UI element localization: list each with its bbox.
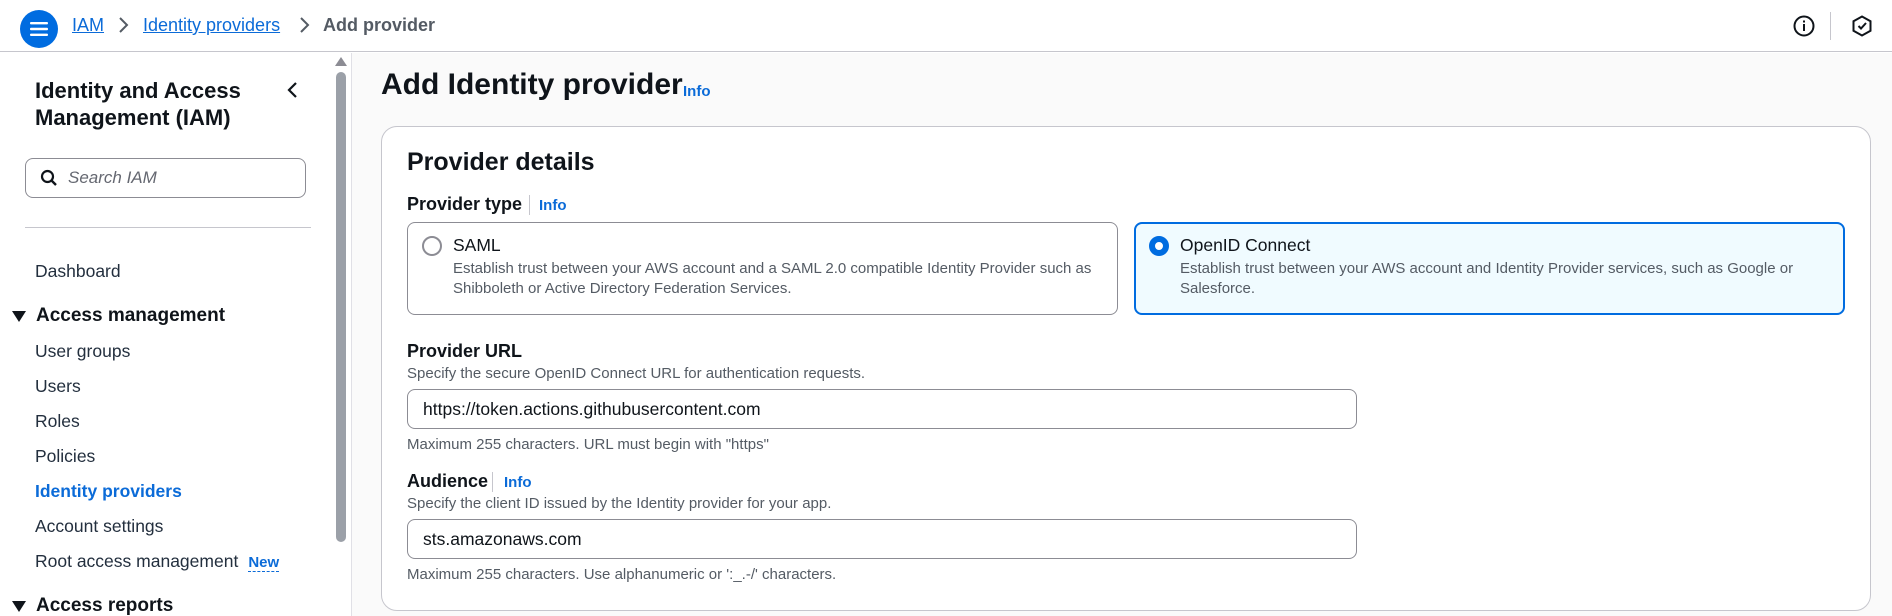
openid-connect-radio[interactable] xyxy=(1149,236,1169,256)
caret-down-icon xyxy=(12,310,26,322)
sidebar-section-label: Access management xyxy=(36,305,226,326)
provider-url-constraint: Maximum 255 characters. URL must begin w… xyxy=(407,436,769,453)
sidebar-item-policies[interactable]: Policies xyxy=(35,446,95,467)
sidebar-divider xyxy=(25,227,311,228)
sidebar-section-access-management[interactable]: Access management xyxy=(12,305,225,327)
page-title: Add Identity provider xyxy=(381,68,683,101)
saml-option-title: SAML xyxy=(453,235,501,255)
audience-description: Specify the client ID issued by the Iden… xyxy=(407,495,832,512)
hamburger-menu-icon xyxy=(30,22,48,36)
sidebar-item-roles[interactable]: Roles xyxy=(35,411,80,432)
label-divider xyxy=(529,195,530,215)
provider-type-info-link[interactable]: Info xyxy=(539,197,567,214)
saml-radio[interactable] xyxy=(422,236,442,256)
saml-option-tile[interactable]: SAML Establish trust between your AWS ac… xyxy=(407,222,1118,315)
label-divider xyxy=(492,472,493,492)
sidebar-item-root-access-management[interactable]: Root access management New xyxy=(35,551,280,572)
sidebar-item-users[interactable]: Users xyxy=(35,376,81,397)
page-info-link[interactable]: Info xyxy=(683,83,711,100)
sidebar-section-label: Access reports xyxy=(36,595,174,616)
sidebar-item-account-settings[interactable]: Account settings xyxy=(35,516,163,537)
openid-connect-option-description: Establish trust between your AWS account… xyxy=(1180,260,1794,297)
chevron-left-icon[interactable] xyxy=(284,81,300,99)
sidebar: Identity and Access Management (IAM) Das… xyxy=(0,53,332,616)
top-navigation-bar: IAM Identity providers Add provider xyxy=(0,0,1892,52)
search-icon xyxy=(40,169,57,186)
breadcrumb-current: Add provider xyxy=(323,15,436,35)
sidebar-scrollbar-thumb[interactable] xyxy=(336,72,346,542)
hexagon-settings-icon[interactable] xyxy=(1850,14,1874,38)
sidebar-section-access-reports[interactable]: Access reports xyxy=(12,595,173,616)
provider-details-title: Provider details xyxy=(407,148,595,176)
provider-type-label: Provider type xyxy=(407,194,523,214)
sidebar-search xyxy=(25,158,306,198)
new-badge: New xyxy=(248,554,280,572)
openid-connect-option-tile[interactable]: OpenID Connect Establish trust between y… xyxy=(1134,222,1845,315)
sidebar-item-label: Root access management xyxy=(35,551,239,571)
sidebar-item-identity-providers[interactable]: Identity providers xyxy=(35,481,182,502)
saml-option-description: Establish trust between your AWS account… xyxy=(453,260,1092,297)
audience-constraint: Maximum 255 characters. Use alphanumeric… xyxy=(407,566,837,583)
breadcrumb-identity-providers[interactable]: Identity providers xyxy=(143,15,280,36)
sidebar-item-user-groups[interactable]: User groups xyxy=(35,341,130,362)
caret-down-icon xyxy=(12,600,26,612)
scroll-up-arrow-icon[interactable] xyxy=(335,57,347,66)
topbar-divider xyxy=(1830,12,1831,40)
sidebar-title: Identity and Access Management (IAM) xyxy=(35,78,241,130)
info-circle-icon[interactable] xyxy=(1792,14,1816,38)
provider-url-input[interactable] xyxy=(407,389,1357,429)
sidebar-item-dashboard[interactable]: Dashboard xyxy=(35,261,121,282)
audience-info-link[interactable]: Info xyxy=(504,474,532,491)
provider-url-description: Specify the secure OpenID Connect URL fo… xyxy=(407,365,866,382)
audience-input[interactable] xyxy=(407,519,1357,559)
search-iam-input[interactable] xyxy=(68,168,288,188)
breadcrumb-iam[interactable]: IAM xyxy=(72,15,104,36)
audience-label: Audience xyxy=(407,471,489,491)
provider-url-label: Provider URL xyxy=(407,341,523,361)
chevron-right-icon xyxy=(119,17,129,33)
openid-connect-option-title: OpenID Connect xyxy=(1180,235,1311,255)
menu-button[interactable] xyxy=(20,10,58,48)
chevron-right-icon xyxy=(300,17,310,33)
